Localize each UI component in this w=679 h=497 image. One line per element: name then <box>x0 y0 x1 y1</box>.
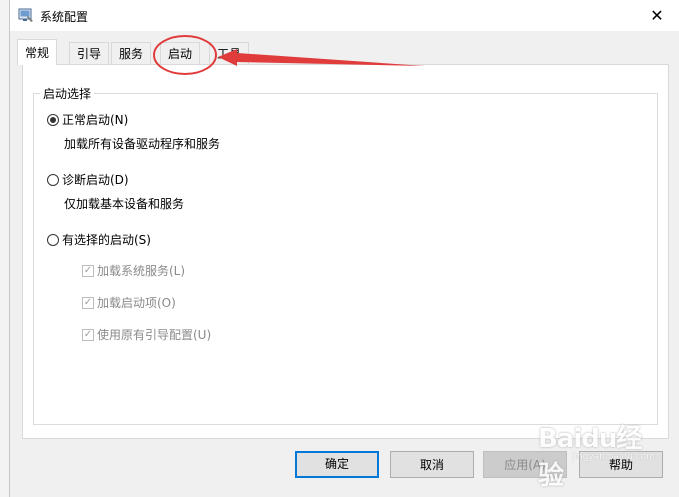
tab-boot[interactable]: 引导 <box>69 42 110 64</box>
use-original-boot-config-checkbox[interactable]: ✓ 使用原有引导配置(U) <box>82 326 211 343</box>
diagnostic-startup-label: 诊断启动(D) <box>62 173 129 187</box>
tab-tools[interactable]: 工具 <box>209 42 250 64</box>
close-icon[interactable]: ✕ <box>634 0 679 31</box>
normal-startup-description: 加载所有设备驱动程序和服务 <box>64 137 221 151</box>
startup-selection-group: 启动选择 正常启动(N) 加载所有设备驱动程序和服务 诊断启动(D) 仅加载基本… <box>33 85 658 425</box>
cancel-button[interactable]: 取消 <box>390 451 474 478</box>
watermark-url: jingyan.baidu.com <box>572 452 656 462</box>
tab-startup[interactable]: 启动 <box>160 42 201 64</box>
load-system-services-label: 加载系统服务(L) <box>97 264 186 278</box>
msconfig-app-icon <box>18 8 33 22</box>
baidu-jingyan-watermark: Baidu经验 jingyan.baidu.com <box>536 418 664 491</box>
diagnostic-startup-description: 仅加载基本设备和服务 <box>64 197 185 211</box>
normal-startup-label: 正常启动(N) <box>62 113 129 127</box>
diagnostic-startup-radio[interactable]: 诊断启动(D) <box>47 170 129 190</box>
radio-unselected-icon <box>47 173 59 186</box>
selective-startup-radio[interactable]: 有选择的启动(S) <box>47 230 151 250</box>
normal-startup-radio[interactable]: 正常启动(N) <box>47 110 128 130</box>
group-label: 启动选择 <box>40 85 95 102</box>
checkbox-checked-icon: ✓ <box>82 296 94 309</box>
checkbox-checked-icon: ✓ <box>82 264 94 277</box>
tab-services[interactable]: 服务 <box>111 42 152 64</box>
tab-general[interactable]: 常规 <box>17 39 58 65</box>
window-title: 系统配置 <box>40 10 89 24</box>
load-startup-items-label: 加载启动项(O) <box>97 296 176 310</box>
general-tab-panel: 启动选择 正常启动(N) 加载所有设备驱动程序和服务 诊断启动(D) 仅加载基本… <box>22 64 669 439</box>
load-system-services-checkbox[interactable]: ✓ 加载系统服务(L) <box>82 262 185 279</box>
use-original-boot-config-label: 使用原有引导配置(U) <box>97 328 212 342</box>
radio-selected-icon <box>47 113 59 126</box>
radio-unselected-icon <box>47 233 59 246</box>
ok-button[interactable]: 确定 <box>295 451 379 478</box>
load-startup-items-checkbox[interactable]: ✓ 加载启动项(O) <box>82 294 176 311</box>
checkbox-checked-icon: ✓ <box>82 328 94 341</box>
title-bar: 系统配置 ✕ <box>10 0 679 31</box>
selective-startup-label: 有选择的启动(S) <box>62 233 151 247</box>
